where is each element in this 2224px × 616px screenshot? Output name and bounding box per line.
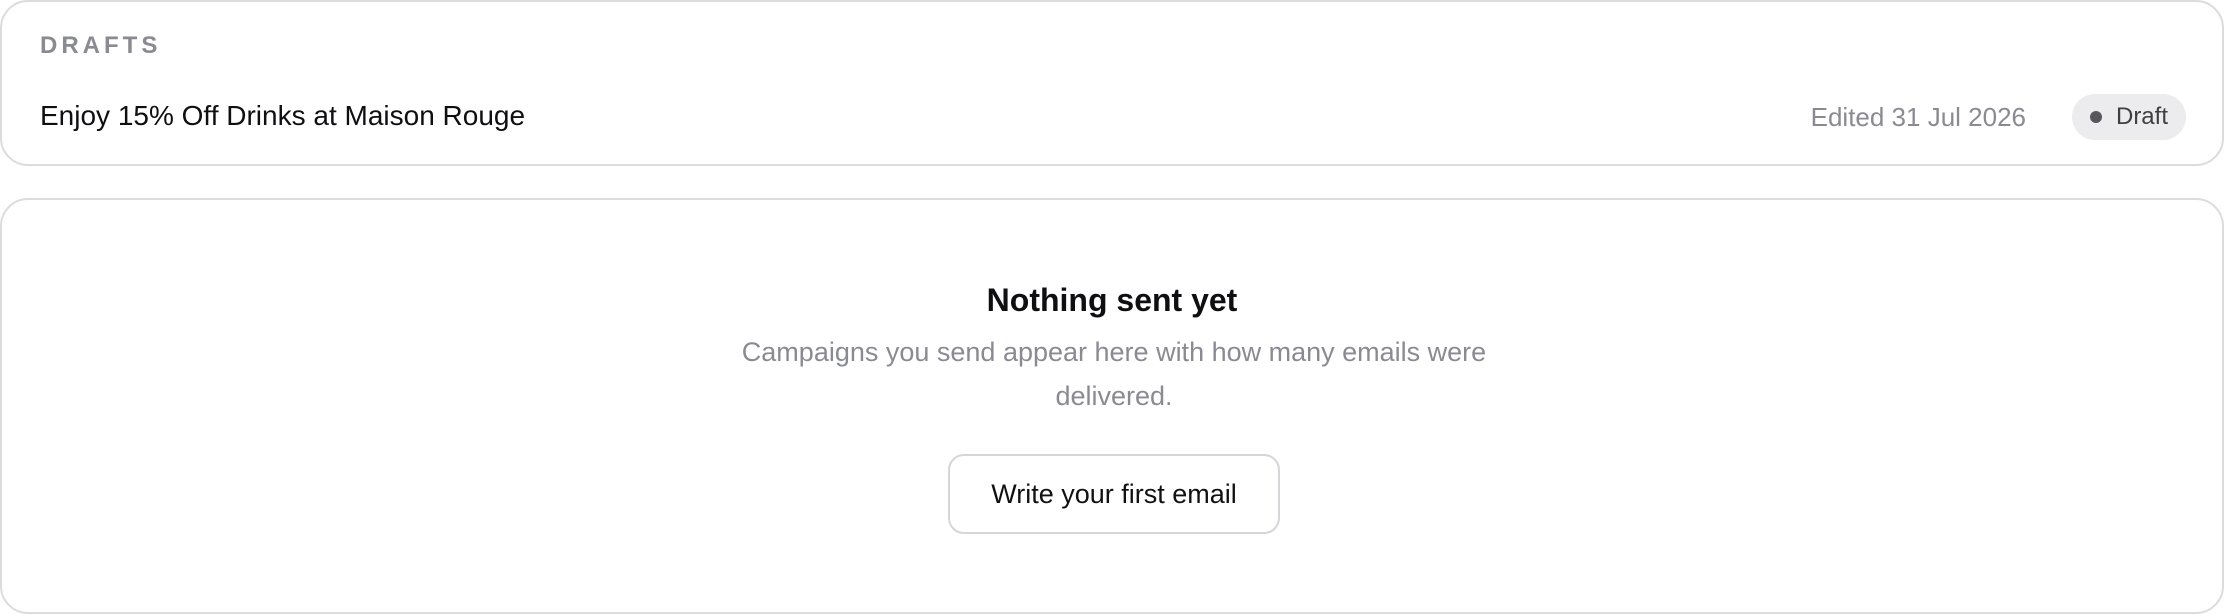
draft-edited-date: Edited 31 Jul 2026: [1810, 102, 2026, 132]
draft-list-item[interactable]: Enjoy 15% Off Drinks at Maison Rouge Edi…: [40, 94, 2186, 140]
draft-status-badge: Draft: [2071, 94, 2186, 140]
write-first-email-button[interactable]: Write your first email: [948, 454, 1280, 534]
draft-status-label: Draft: [2115, 103, 2168, 130]
empty-state-description: Campaigns you send appear here with how …: [741, 337, 1487, 411]
draft-title[interactable]: Enjoy 15% Off Drinks at Maison Rouge: [40, 98, 525, 134]
status-dot-icon: [2089, 111, 2102, 123]
drafts-section-title: DRAFTS: [40, 32, 162, 59]
sent-empty-state-card: Nothing sent yet Campaigns you send appe…: [0, 198, 2224, 614]
empty-state-title: Nothing sent yet: [986, 282, 1238, 318]
drafts-card: DRAFTS Enjoy 15% Off Drinks at Maison Ro…: [0, 0, 2224, 166]
